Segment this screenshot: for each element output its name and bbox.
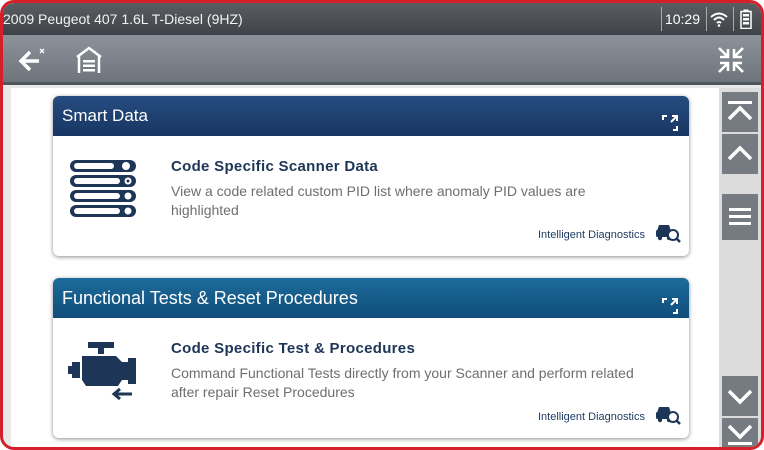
double-chevron-down-icon — [727, 424, 753, 445]
expand-icon[interactable] — [661, 289, 679, 314]
engine-icon — [68, 340, 140, 407]
toolbar — [3, 35, 761, 85]
battery-icon — [733, 7, 757, 31]
card-title: Code Specific Test & Procedures — [171, 340, 416, 357]
card-description: View a code related custom PID list wher… — [171, 183, 586, 218]
clock: 10:29 — [660, 7, 703, 31]
status-tray: 10:29 — [660, 7, 757, 31]
card-header: Smart Data — [53, 96, 689, 136]
collapse-arrows-icon[interactable] — [711, 41, 751, 79]
status-bar: 2009 Peugeot 407 1.6L T-Diesel (9HZ) 10:… — [3, 3, 761, 35]
card-header-title: Smart Data — [62, 106, 148, 125]
card-title: Code Specific Scanner Data — [171, 158, 379, 175]
intelligent-diagnostics-label: Intelligent Diagnostics — [537, 410, 645, 423]
vehicle-search-icon — [655, 221, 681, 248]
card-footer: Intelligent Diagnostics — [538, 403, 681, 430]
card-functional-tests[interactable]: Functional Tests & Reset Procedures Code… — [53, 278, 689, 438]
card-description: Command Functional Tests directly from y… — [171, 365, 634, 400]
card-body: Code Specific Scanner Data View a code r… — [53, 136, 689, 256]
grip-icon — [729, 208, 751, 225]
card-header: Functional Tests & Reset Procedures — [53, 278, 689, 318]
scroll-handle[interactable] — [722, 194, 758, 240]
intelligent-diagnostics-label: Intelligent Diagnostics — [537, 228, 645, 241]
wifi-icon — [706, 7, 730, 31]
scroll-up-button[interactable] — [722, 134, 758, 174]
vehicle-search-icon — [655, 403, 681, 430]
pid-list-icon — [68, 158, 138, 225]
scroll-top-button[interactable] — [722, 92, 758, 132]
expand-icon[interactable] — [661, 107, 679, 131]
chevron-up-icon — [727, 145, 753, 161]
chevron-down-icon — [727, 389, 753, 405]
scroll-bottom-button[interactable] — [722, 418, 758, 447]
device-frame: 2009 Peugeot 407 1.6L T-Diesel (9HZ) 10:… — [0, 0, 764, 450]
card-header-title: Functional Tests & Reset Procedures — [62, 288, 358, 308]
card-footer: Intelligent Diagnostics — [538, 221, 681, 248]
back-arrow-icon[interactable] — [13, 41, 53, 79]
scrollbar[interactable] — [719, 88, 761, 447]
garage-home-icon[interactable] — [69, 41, 109, 79]
main-content: Smart Data Code Specific Scanner Data Vi… — [11, 88, 719, 447]
vehicle-title: 2009 Peugeot 407 1.6L T-Diesel (9HZ) — [3, 11, 243, 27]
card-body: Code Specific Test & Procedures Command … — [53, 318, 689, 438]
card-smart-data[interactable]: Smart Data Code Specific Scanner Data Vi… — [53, 96, 689, 256]
double-chevron-up-icon — [727, 101, 753, 121]
scroll-down-button[interactable] — [722, 376, 758, 416]
